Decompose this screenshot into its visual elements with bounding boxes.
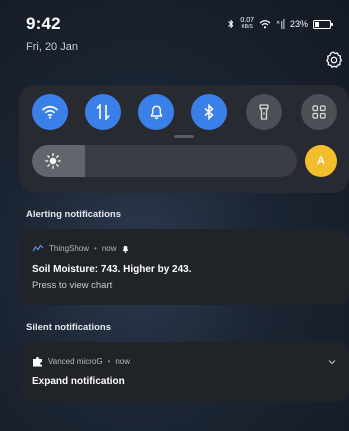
network-speed-value: 0.07 xyxy=(240,17,254,24)
wifi-status-icon xyxy=(259,20,271,29)
notification-app-name: Vanced microG xyxy=(48,357,103,366)
notification-title: Soil Moisture: 743. Higher by 243. xyxy=(32,264,192,275)
wifi-icon xyxy=(41,105,59,119)
flashlight-toggle[interactable] xyxy=(246,94,282,130)
bell-icon xyxy=(122,245,128,253)
notification-app-row: Vanced microG • now xyxy=(32,356,130,367)
mobile-data-toggle[interactable] xyxy=(85,94,121,130)
network-speed-unit: KB/S xyxy=(241,24,253,30)
notification-time: now xyxy=(101,244,117,253)
thingshow-notification[interactable]: ThingShow • now Soil Moisture: 743. High… xyxy=(19,229,349,305)
wifi-toggle[interactable] xyxy=(32,94,68,130)
notification-app-row: ThingShow • now xyxy=(32,244,129,253)
puzzle-icon xyxy=(33,357,42,367)
status-bar: 9:42 0.07 KB/S × 23% xyxy=(0,0,349,36)
network-speed: 0.07 KB/S xyxy=(240,17,254,31)
grid-icon xyxy=(312,105,326,119)
battery-fill xyxy=(315,21,319,27)
status-icons: 0.07 KB/S × 23% xyxy=(227,17,333,31)
notification-body: Press to view chart xyxy=(32,280,113,291)
quick-settings-panel: A xyxy=(19,85,349,193)
date-label: Fri, 20 Jan xyxy=(26,41,78,53)
battery-percent: 23% xyxy=(289,19,308,29)
settings-gear-icon[interactable] xyxy=(325,51,343,69)
sun-icon xyxy=(45,153,61,169)
bluetooth-toggle[interactable] xyxy=(191,94,227,130)
vanced-microg-notification[interactable]: Vanced microG • now Expand notification xyxy=(19,342,349,402)
alerting-section-header: Alerting notifications xyxy=(26,209,121,220)
notification-app-name: ThingShow xyxy=(49,244,90,253)
mobile-data-icon xyxy=(96,104,110,120)
panel-drag-handle[interactable] xyxy=(174,135,194,138)
bell-icon xyxy=(150,105,162,120)
sound-toggle[interactable] xyxy=(138,94,174,130)
auto-brightness-button[interactable]: A xyxy=(305,145,337,177)
thingshow-app-icon xyxy=(32,244,44,252)
silent-section-header: Silent notifications xyxy=(26,322,111,333)
chevron-down-icon[interactable] xyxy=(328,359,336,365)
battery-icon xyxy=(313,19,333,29)
notification-title: Expand notification xyxy=(32,376,125,387)
svg-text:×: × xyxy=(276,20,280,26)
bluetooth-icon xyxy=(204,104,214,120)
more-tiles-toggle[interactable] xyxy=(301,94,337,130)
notification-time: now xyxy=(115,357,131,366)
brightness-slider[interactable] xyxy=(32,145,297,177)
signal-status-icon: × xyxy=(276,19,285,29)
flashlight-icon xyxy=(259,104,269,120)
separator-dot: • xyxy=(107,357,111,366)
status-time: 9:42 xyxy=(26,14,61,33)
bluetooth-status-icon xyxy=(228,19,234,29)
separator-dot: • xyxy=(94,244,97,253)
